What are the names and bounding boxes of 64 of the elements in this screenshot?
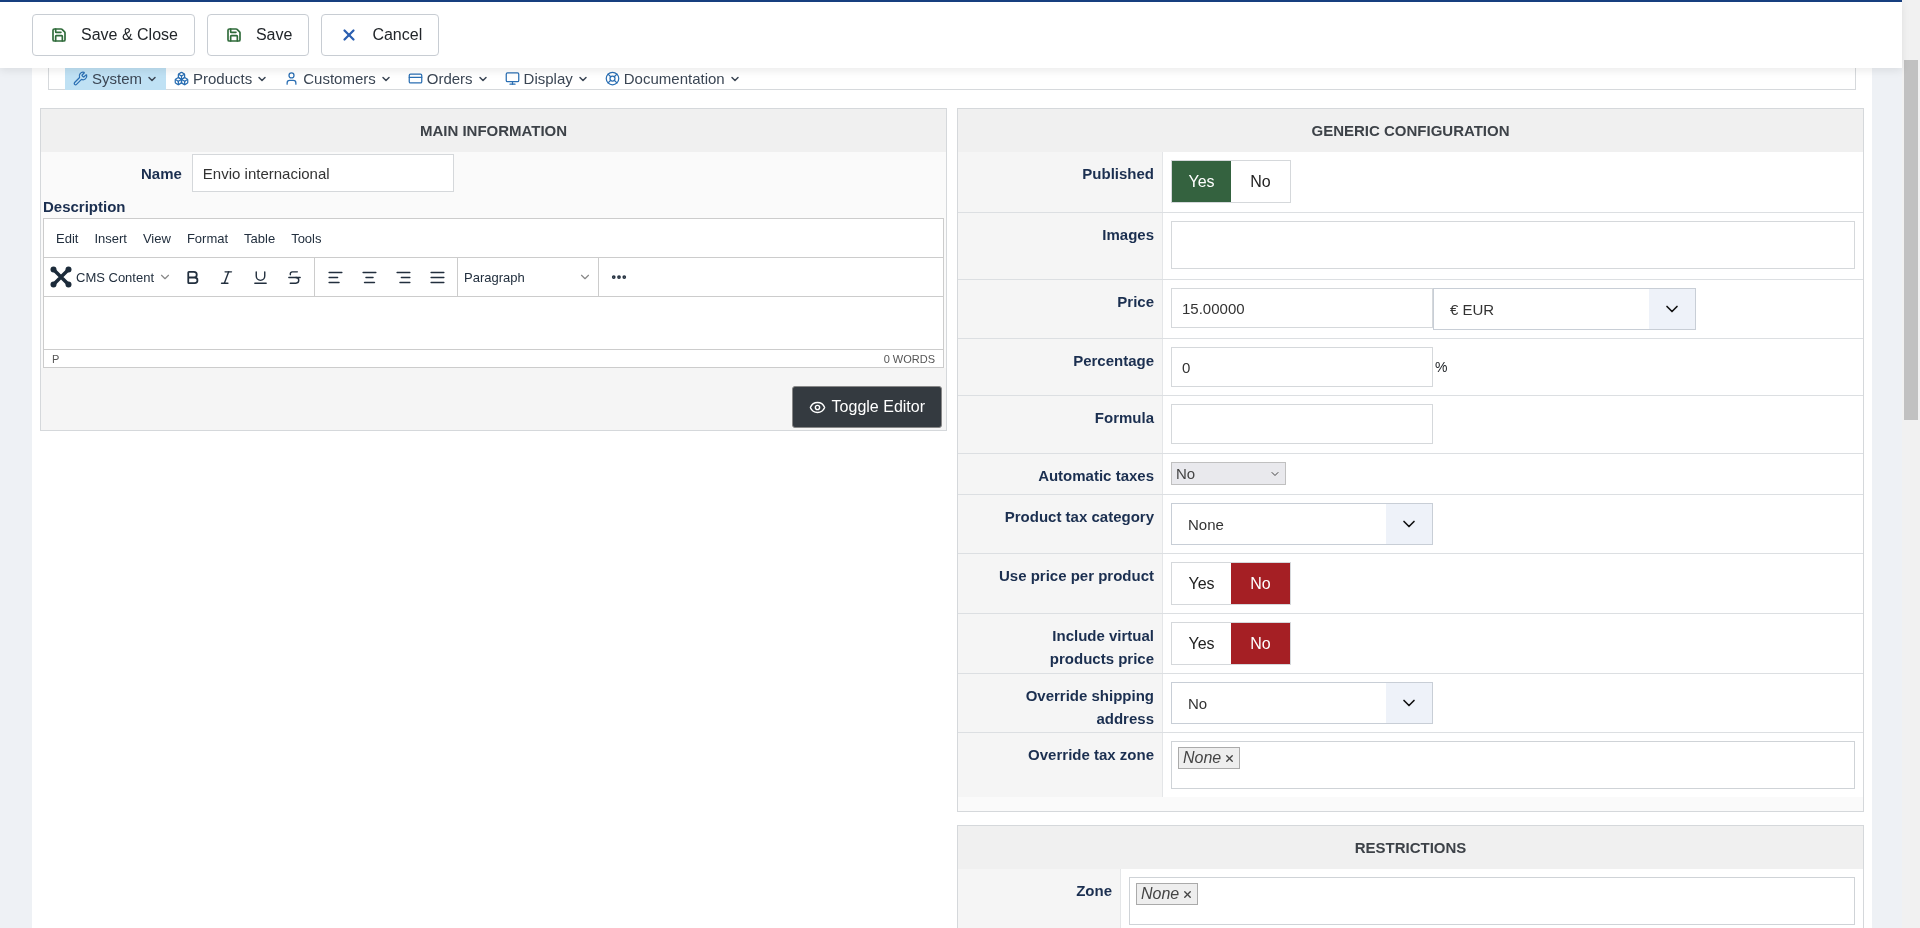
formula-field[interactable]	[1171, 404, 1433, 444]
field-label: Formula	[1094, 409, 1154, 426]
user-icon	[284, 71, 300, 86]
field-label: Zone	[1076, 882, 1112, 899]
field-label: Name	[141, 164, 182, 182]
editor-menu-item[interactable]: Format	[180, 230, 235, 246]
panel-title: GENERIC CONFIGURATION	[958, 109, 1863, 152]
field-label: Images	[1102, 226, 1154, 243]
field-label: Percentage	[1073, 352, 1154, 369]
lifebuoy-icon	[604, 71, 620, 86]
toggle-option[interactable]: No	[1231, 563, 1290, 604]
block-select[interactable]: Paragraph	[464, 269, 593, 285]
remove-icon[interactable]	[1182, 888, 1194, 900]
field-label: Product tax category	[1004, 508, 1154, 525]
wrench-icon	[73, 71, 88, 86]
percent-sign: %	[1434, 358, 1449, 377]
menu-item[interactable]: Products	[166, 68, 277, 90]
save-button[interactable]: Save	[206, 14, 310, 56]
editor-menu-item[interactable]: View	[136, 230, 177, 246]
panel-title: MAIN INFORMATION	[41, 109, 946, 152]
currency-select[interactable]: € EUR	[1433, 288, 1696, 330]
menu-item[interactable]: Documentation	[596, 68, 749, 90]
field-label: Price	[1117, 293, 1154, 310]
images-field[interactable]	[1171, 221, 1855, 269]
element-path: P	[52, 352, 60, 365]
boxes-icon	[174, 71, 189, 86]
field-label: Include virtual products price	[1049, 627, 1154, 668]
monitor-icon	[504, 71, 520, 86]
panel-title: RESTRICTIONS	[958, 826, 1863, 869]
field-label: Description	[43, 198, 126, 215]
small-select[interactable]: No	[1171, 462, 1286, 485]
tag-chip[interactable]: None	[1178, 747, 1241, 769]
select-field[interactable]: None	[1171, 503, 1433, 545]
menu-item[interactable]: Display	[496, 68, 597, 90]
field-label: Use price per product	[998, 567, 1154, 584]
toggle-option[interactable]: No	[1231, 623, 1290, 664]
menu-item[interactable]: Orders	[399, 68, 497, 90]
field-label: Override shipping address	[1025, 687, 1154, 728]
format-select[interactable]: CMS Content	[50, 266, 173, 288]
menu-item[interactable]: System	[65, 68, 166, 90]
price-field[interactable]: 15.00000	[1171, 288, 1433, 328]
menu-item[interactable]: Customers	[276, 68, 400, 90]
toggle-option[interactable]: Yes	[1172, 161, 1231, 202]
editor-menu-item[interactable]: Tools	[285, 230, 328, 246]
editor-menu-item[interactable]: Edit	[50, 230, 85, 246]
field-label: Automatic taxes	[1038, 467, 1154, 484]
editor-menu-item[interactable]: Insert	[88, 230, 133, 246]
name-field[interactable]: Envio internacional	[191, 154, 454, 192]
field-label: Override tax zone	[1028, 746, 1154, 763]
toggle-editor-button[interactable]: Toggle Editor	[791, 386, 942, 428]
tag-field[interactable]: None	[1171, 741, 1855, 789]
select-field[interactable]: No	[1171, 682, 1433, 724]
editor-menu-item[interactable]: Table	[238, 230, 282, 246]
remove-icon[interactable]	[1224, 752, 1236, 764]
tag-chip[interactable]: None	[1136, 883, 1199, 905]
word-count: 0 WORDS	[883, 352, 935, 365]
field-label: Published	[1082, 165, 1154, 182]
percentage-field[interactable]: 0	[1171, 347, 1433, 387]
scrollbar[interactable]	[1902, 0, 1920, 928]
joomla-x-icon	[50, 266, 72, 288]
save-button[interactable]: Save & Close	[32, 14, 195, 56]
card-icon	[407, 71, 423, 86]
cancel-button[interactable]: Cancel	[321, 14, 440, 56]
tag-field[interactable]: None	[1129, 877, 1855, 925]
